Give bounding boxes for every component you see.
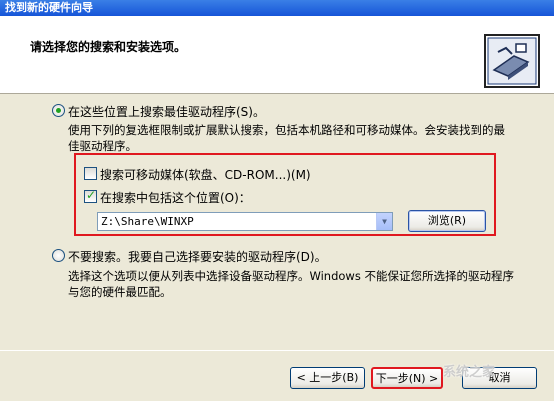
back-button[interactable]: < 上一步(B)	[290, 367, 365, 389]
chevron-down-icon[interactable]: ▼	[376, 213, 392, 230]
search-best-description: 使用下列的复选框限制或扩展默认搜索，包括本机路径和可移动媒体。会安装找到的最佳驱…	[68, 123, 505, 153]
location-combobox[interactable]: Z:\Share\WINXP ▼	[97, 212, 393, 231]
location-value: Z:\Share\WINXP	[101, 215, 194, 228]
dont-search-description: 选择这个选项以便从列表中选择设备驱动程序。Windows 不能保证您所选择的驱动…	[68, 269, 514, 299]
wizard-header: 请选择您的搜索和安装选项。	[0, 16, 554, 94]
search-best-radio[interactable]	[52, 104, 65, 117]
removable-media-checkbox[interactable]	[84, 167, 97, 180]
dont-search-radio[interactable]	[52, 249, 65, 262]
hardware-icon	[484, 34, 540, 88]
window-title: 找到新的硬件向导	[5, 1, 93, 14]
window-title-bar: 找到新的硬件向导	[0, 0, 554, 16]
include-location-checkbox[interactable]	[84, 188, 97, 203]
page-title: 请选择您的搜索和安装选项。	[30, 40, 187, 54]
next-button[interactable]: 下一步(N) >	[371, 367, 443, 389]
watermark: 系统之家	[443, 365, 496, 380]
removable-media-label: 搜索可移动媒体(软盘、CD-ROM...)(M)	[100, 168, 311, 182]
dont-search-label: 不要搜索。我要自己选择要安装的驱动程序(D)。	[68, 250, 327, 264]
include-location-label: 在搜索中包括这个位置(O)：	[100, 191, 251, 205]
search-best-label: 在这些位置上搜索最佳驱动程序(S)。	[68, 105, 265, 119]
wizard-content: 在这些位置上搜索最佳驱动程序(S)。 使用下列的复选框限制或扩展默认搜索，包括本…	[0, 95, 554, 350]
browse-button[interactable]: 浏览(R)	[408, 210, 486, 232]
wizard-footer: < 上一步(B) 下一步(N) > 取消 系统之家	[0, 350, 554, 401]
